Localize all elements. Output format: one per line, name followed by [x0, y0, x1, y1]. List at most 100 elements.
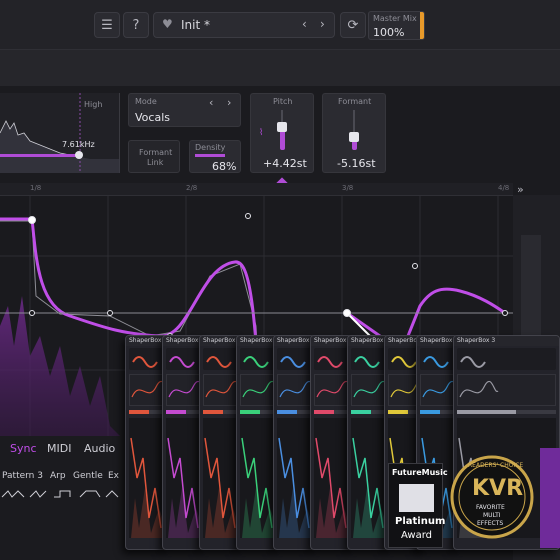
product-box-strip: [240, 410, 274, 414]
product-box-strip: [277, 410, 311, 414]
product-box-strip: [166, 410, 200, 414]
shape-preset-item[interactable]: Ex: [108, 471, 119, 481]
shape-preset-item[interactable]: Pattern 3: [2, 471, 43, 481]
shape-preset-item[interactable]: Arp: [50, 471, 66, 481]
mode-value: Vocals: [135, 111, 170, 124]
product-box-strip: [420, 410, 454, 414]
product-box: ShaperBox: [162, 335, 204, 550]
product-box-strip: [314, 410, 348, 414]
preset-name: Init *: [181, 18, 210, 32]
product-box-icon-pad: [420, 348, 454, 370]
product-box-graph: [277, 418, 314, 538]
kvr-logo: KVR: [472, 476, 524, 501]
timeline-ruler: 1/8 2/8 3/8 4/8: [0, 183, 513, 195]
density-slider[interactable]: [195, 154, 225, 157]
pitch-value: +4.42st: [263, 157, 307, 170]
ruler-mark: 4/8: [498, 184, 510, 192]
product-box: ShaperBox: [310, 335, 352, 550]
product-box-title: ShaperBox: [240, 337, 273, 344]
preset-selector[interactable]: ♥ Init * ‹ ›: [153, 12, 335, 38]
product-box-title: ShaperBox: [166, 337, 199, 344]
product-box-waveform: [129, 374, 166, 406]
product-box-title: ShaperBox: [351, 337, 384, 344]
spectrum-frequency-value: 7.61kHz: [62, 140, 95, 149]
kvr-readers-choice-award: READERS' CHOICE KVR FAVORITE MULTI EFFEC…: [450, 450, 535, 545]
product-box-icon-pad: [314, 348, 348, 370]
formant-link-label-line2: Link: [147, 158, 164, 167]
formant-link-button[interactable]: Formant Link: [128, 140, 180, 173]
product-box-strip: [351, 410, 385, 414]
formant-label: Formant: [338, 97, 372, 106]
preset-prev-button[interactable]: ‹: [302, 17, 307, 31]
help-question-icon[interactable]: ?: [123, 12, 149, 38]
product-box-icon-pad: [240, 348, 274, 370]
mode-prev-button[interactable]: ‹: [209, 96, 213, 109]
heart-icon[interactable]: ♥: [162, 17, 173, 31]
pitch-slider-handle[interactable]: [277, 122, 287, 132]
shape-preset-list: Pattern 3 Arp Gentle Ex: [0, 469, 130, 485]
kvr-line3: EFFECTS: [477, 520, 504, 527]
product-box-icon-pad: [129, 348, 163, 370]
formant-slider-handle[interactable]: [349, 132, 359, 142]
shaperbox-window: ☰ ? ♥ Init * ‹ › ⟳ Master Mix 100% High …: [0, 0, 560, 560]
formant-control[interactable]: Formant -5.16st: [322, 93, 386, 173]
tab-audio[interactable]: Audio: [84, 442, 115, 455]
header-strip: [0, 50, 560, 86]
product-box-title: ShaperBox: [203, 337, 236, 344]
product-box-waveform: [166, 374, 203, 406]
product-box-waveform: [420, 374, 457, 406]
product-box: ShaperBox: [236, 335, 278, 550]
product-box-header: ShaperBox: [348, 336, 388, 346]
product-box-header: ShaperBox: [237, 336, 277, 346]
spectrum-display[interactable]: High 7.61kHz: [0, 93, 120, 173]
product-box-title: ShaperBox: [420, 337, 453, 344]
product-box: ShaperBox: [199, 335, 241, 550]
ruler-mark: 3/8: [342, 184, 354, 192]
product-box-waveform: [457, 374, 556, 406]
product-box-icon-pad: [166, 348, 200, 370]
award-line2: Award: [401, 530, 433, 541]
product-box-icon-pad: [351, 348, 385, 370]
product-box-waveform: [203, 374, 240, 406]
formant-link-label-line1: Formant: [139, 148, 173, 157]
futuremusic-platinum-award: FutureMusic Platinum Award: [388, 463, 448, 548]
pitch-control[interactable]: Pitch ⌇ +4.42st: [250, 93, 314, 173]
tab-midi[interactable]: MIDI: [47, 442, 71, 455]
spectrum-high-label: High: [84, 100, 103, 109]
product-box-header: ShaperBox: [311, 336, 351, 346]
density-control[interactable]: Density 68%: [189, 140, 241, 173]
refresh-icon[interactable]: ⟳: [340, 12, 366, 38]
partial-award-badge: [540, 448, 560, 548]
product-box-title: ShaperBox 3: [457, 337, 496, 344]
tab-sync[interactable]: Sync: [10, 442, 37, 455]
product-box-title: ShaperBox: [129, 337, 162, 344]
density-label: Density: [195, 143, 226, 152]
product-box-graph: [129, 418, 166, 538]
product-box-header: ShaperBox: [200, 336, 240, 346]
product-box-icon-pad: [277, 348, 311, 370]
pitch-formant-link-icon: ⌇: [259, 128, 264, 138]
master-mix-label: Master Mix: [373, 14, 417, 23]
product-box: ShaperBox: [273, 335, 315, 550]
master-mix-control[interactable]: Master Mix 100%: [368, 11, 425, 40]
product-box-graph: [351, 418, 388, 538]
kvr-line2: MULTI: [483, 512, 501, 519]
master-mix-value: 100%: [373, 26, 405, 39]
product-box: ShaperBox: [347, 335, 389, 550]
product-box-header: ShaperBox: [417, 336, 457, 346]
shape-preset-item[interactable]: Gentle: [73, 471, 103, 481]
ruler-mark: 1/8: [30, 184, 42, 192]
product-box-waveform: [240, 374, 277, 406]
product-box-header: ShaperBox: [274, 336, 314, 346]
product-box-strip: [203, 410, 237, 414]
hamburger-menu-icon[interactable]: ☰: [94, 12, 120, 38]
product-box-header: ShaperBox: [126, 336, 166, 346]
product-box-waveform: [314, 374, 351, 406]
mode-selector[interactable]: Mode Vocals ‹ ›: [128, 93, 241, 127]
mode-next-button[interactable]: ›: [227, 96, 231, 109]
kvr-top-text: READERS' CHOICE: [468, 462, 524, 469]
product-box-header: ShaperBox: [163, 336, 203, 346]
mode-label: Mode: [135, 97, 157, 106]
preset-next-button[interactable]: ›: [320, 17, 325, 31]
ruler-mark: 2/8: [186, 184, 198, 192]
